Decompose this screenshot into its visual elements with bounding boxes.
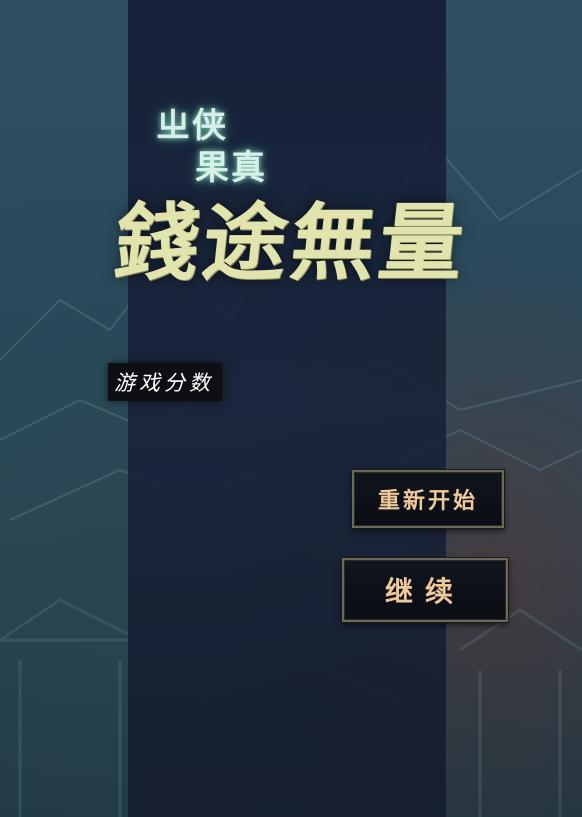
continue-button[interactable]: 继续 <box>342 558 508 622</box>
brand-logo: ㄓ侠 果真 <box>150 92 310 188</box>
restart-button[interactable]: 重新开始 <box>352 470 504 528</box>
game-title: 錢途無量 <box>96 178 486 308</box>
restart-button-label: 重新开始 <box>377 489 478 514</box>
continue-button-label: 继续 <box>384 575 465 608</box>
score-label: 游戏分数 <box>108 363 222 401</box>
game-title-text: 錢途無量 <box>109 193 473 292</box>
score-label-text: 游戏分数 <box>114 371 214 395</box>
